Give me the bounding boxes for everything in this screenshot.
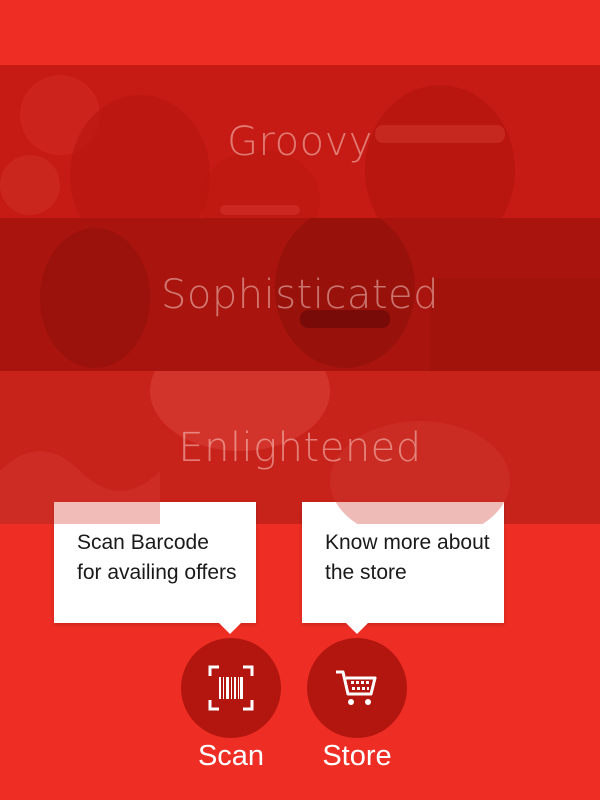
shopping-cart-icon [336, 670, 377, 705]
banner-label: Groovy [227, 118, 373, 165]
category-banner-groovy[interactable]: Groovy [0, 65, 600, 218]
category-banner-enlightened[interactable]: Enlightened [0, 371, 600, 524]
banner-label: Sophisticated [160, 271, 440, 318]
barcode-scan-icon [208, 665, 254, 711]
tooltip-pointer [218, 622, 242, 634]
store-tooltip-text: Know more about the store [325, 531, 490, 584]
store-label[interactable]: Store [297, 740, 417, 773]
scan-button[interactable] [181, 638, 281, 738]
category-banner-sophisticated[interactable]: Sophisticated [0, 218, 600, 371]
store-button[interactable] [307, 638, 407, 738]
top-bar [0, 0, 600, 65]
tooltip-pointer [345, 622, 369, 634]
scan-label[interactable]: Scan [171, 740, 291, 773]
banner-label: Enlightened [178, 424, 422, 471]
scan-tooltip-text: Scan Barcode for availing offers [77, 531, 237, 584]
